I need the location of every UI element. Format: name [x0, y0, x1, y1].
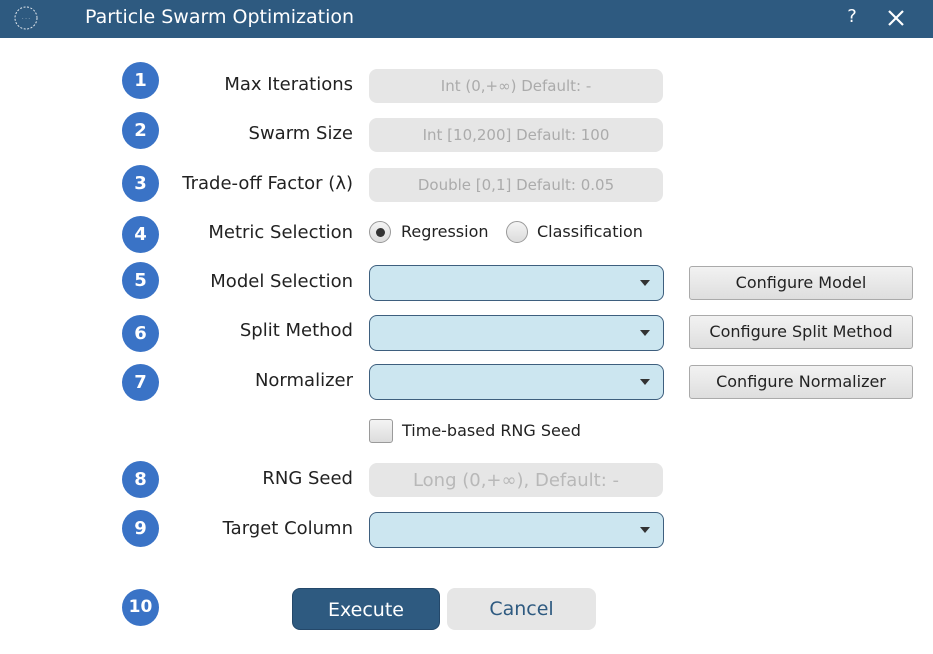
title-bar: · · · Particle Swarm Optimization ? — [0, 0, 933, 38]
split-method-label: Split Method — [239, 320, 353, 341]
regression-radio[interactable] — [369, 221, 391, 243]
tradeoff-factor-input[interactable] — [369, 168, 663, 202]
model-selection-label: Model Selection — [210, 271, 353, 292]
app-logo-icon: · · · — [14, 6, 38, 30]
normalizer-label: Normalizer — [254, 370, 353, 391]
step-badge-5: 5 — [122, 262, 159, 299]
cancel-button[interactable]: Cancel — [447, 588, 596, 630]
step-badge-3: 3 — [122, 165, 159, 202]
target-column-dropdown[interactable] — [369, 512, 664, 548]
time-based-seed-label[interactable]: Time-based RNG Seed — [402, 419, 581, 443]
close-icon[interactable] — [883, 5, 909, 31]
svg-text:· · ·: · · · — [22, 16, 30, 22]
rng-seed-label: RNG Seed — [262, 468, 353, 489]
chevron-down-icon — [640, 330, 650, 336]
split-method-dropdown[interactable] — [369, 315, 664, 351]
max-iterations-label: Max Iterations — [224, 74, 353, 95]
classification-radio-label[interactable]: Classification — [537, 220, 643, 244]
chevron-down-icon — [640, 379, 650, 385]
swarm-size-input[interactable] — [369, 118, 663, 152]
help-button[interactable]: ? — [842, 4, 862, 30]
step-badge-7: 7 — [122, 364, 159, 401]
model-selection-dropdown[interactable] — [369, 265, 664, 301]
step-badge-9: 9 — [122, 510, 159, 547]
step-badge-6: 6 — [122, 315, 159, 352]
max-iterations-input[interactable] — [369, 69, 663, 103]
configure-normalizer-button[interactable]: Configure Normalizer — [689, 365, 913, 399]
regression-radio-label[interactable]: Regression — [401, 220, 489, 244]
chevron-down-icon — [640, 527, 650, 533]
rng-seed-input[interactable] — [369, 463, 663, 497]
radio-selected-dot — [376, 228, 385, 237]
execute-button[interactable]: Execute — [292, 588, 440, 630]
chevron-down-icon — [640, 280, 650, 286]
step-badge-8: 8 — [122, 461, 159, 498]
tradeoff-factor-label: Trade-off Factor (λ) — [182, 173, 353, 194]
step-badge-1: 1 — [122, 62, 159, 99]
step-badge-4: 4 — [122, 216, 159, 253]
step-badge-10: 10 — [122, 589, 159, 626]
classification-radio[interactable] — [506, 221, 528, 243]
target-column-label: Target Column — [222, 518, 353, 539]
time-based-seed-checkbox[interactable] — [369, 419, 393, 443]
swarm-size-label: Swarm Size — [248, 123, 353, 144]
configure-model-button[interactable]: Configure Model — [689, 266, 913, 300]
window-title: Particle Swarm Optimization — [85, 6, 355, 28]
metric-selection-label: Metric Selection — [208, 222, 353, 243]
normalizer-dropdown[interactable] — [369, 364, 664, 400]
step-badge-2: 2 — [122, 112, 159, 149]
configure-split-method-button[interactable]: Configure Split Method — [689, 315, 913, 349]
